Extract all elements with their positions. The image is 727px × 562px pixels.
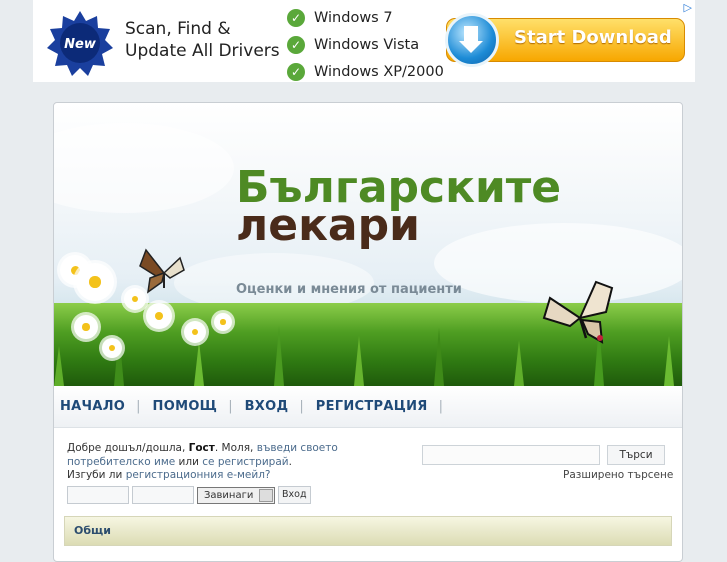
nav-login[interactable]: ВХОД — [245, 399, 300, 414]
download-arrow-icon — [445, 13, 499, 67]
os-item: ✓ Windows Vista — [287, 31, 444, 58]
nav-help[interactable]: ПОМОЩ — [153, 399, 229, 414]
search-input[interactable] — [422, 445, 600, 465]
username-input[interactable] — [67, 486, 129, 504]
new-badge-text: New — [64, 37, 97, 52]
site-title[interactable]: Българските лекари — [236, 166, 682, 248]
ad-headline-line2: Update All Drivers — [125, 41, 280, 61]
chevron-down-icon — [259, 488, 273, 502]
ad-banner[interactable]: New Scan, Find & Update All Drivers ✓ Win… — [33, 0, 695, 82]
daisy — [184, 321, 206, 343]
start-download-label: Start Download — [514, 27, 672, 48]
os-label: Windows Vista — [314, 36, 420, 53]
check-icon: ✓ — [287, 35, 305, 54]
nav-register[interactable]: РЕГИСТРАЦИЯ — [316, 399, 439, 414]
user-bar: Добре дошъл/дошла, Гост. Моля, въведи св… — [54, 431, 682, 511]
welcome-text: Добре дошъл/дошла, Гост. Моля, въведи св… — [67, 442, 338, 468]
nav-separator: | — [299, 399, 304, 414]
register-link[interactable]: се регистрирай — [202, 456, 288, 468]
ad-headline-line1: Scan, Find & — [125, 19, 231, 39]
main-nav: НАЧАЛО | ПОМОЩ | ВХОД | РЕГИСТРАЦИЯ | — [54, 386, 682, 428]
login-button[interactable]: Вход — [278, 486, 311, 504]
lost-email-link[interactable]: регистрационния е-мейл? — [126, 469, 271, 481]
session-length-select[interactable]: Завинаги — [197, 486, 275, 504]
nav-separator: | — [438, 399, 443, 414]
or-text: или — [178, 456, 199, 468]
please-text: . Моля, — [214, 442, 254, 454]
login-form: Завинаги Вход — [67, 486, 311, 504]
ad-headline: Scan, Find & Update All Drivers — [125, 18, 280, 62]
category-title[interactable]: Общи — [74, 524, 111, 537]
site-title-part2: лекари — [236, 200, 420, 251]
daisy — [102, 338, 122, 358]
ad-choices-icon[interactable]: ▷ — [684, 1, 692, 14]
site-subtitle: Оценки и мнения от пациенти — [236, 282, 462, 297]
daisy — [214, 313, 232, 331]
forum-container: Българските лекари Оценки и мнения от па… — [53, 102, 683, 562]
os-list: ✓ Windows 7 ✓ Windows Vista ✓ Windows XP/20… — [287, 4, 444, 85]
cloud — [54, 123, 234, 213]
os-item: ✓ Windows XP/2000 — [287, 58, 444, 85]
new-badge-icon: New — [47, 11, 113, 76]
start-download-button[interactable]: Start Download — [445, 13, 685, 67]
session-length-value: Завинаги — [204, 489, 254, 501]
site-header: Българските лекари Оценки и мнения от па… — [54, 103, 682, 386]
category-header: Общи — [64, 516, 672, 546]
lost-email-text: Изгуби ли регистрационния е-мейл? — [67, 469, 270, 481]
daisy — [146, 303, 172, 329]
search-button[interactable]: Търси — [607, 445, 665, 465]
lost-prefix: Изгуби ли — [67, 469, 123, 481]
check-icon: ✓ — [287, 62, 305, 81]
nav-separator: | — [136, 399, 141, 414]
check-icon: ✓ — [287, 8, 305, 27]
password-input[interactable] — [132, 486, 194, 504]
os-item: ✓ Windows 7 — [287, 4, 444, 31]
welcome-prefix: Добре дошъл/дошла, — [67, 442, 186, 454]
os-label: Windows 7 — [314, 9, 393, 26]
nav-separator: | — [228, 399, 233, 414]
daisy — [76, 263, 114, 301]
daisy — [74, 315, 98, 339]
guest-label: Гост — [188, 442, 215, 454]
butterfly-right-icon — [542, 280, 614, 344]
advanced-search-link[interactable]: Разширено търсене — [563, 469, 673, 481]
butterfly-left-icon — [139, 248, 185, 294]
nav-home[interactable]: НАЧАЛО — [60, 399, 136, 414]
os-label: Windows XP/2000 — [314, 63, 444, 80]
